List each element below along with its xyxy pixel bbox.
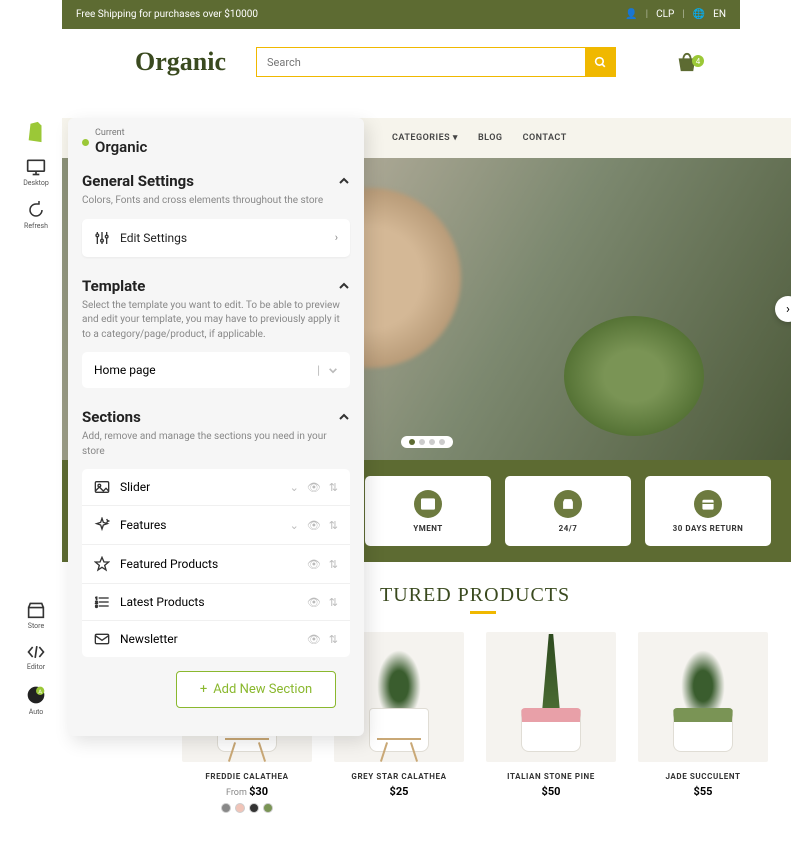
left-tool-rail-bottom: Store Editor AAuto (16, 601, 56, 716)
product-price: $50 (486, 785, 616, 798)
image-icon (94, 480, 110, 494)
eye-icon[interactable]: 👁 (307, 519, 321, 532)
color-swatches[interactable] (182, 803, 312, 813)
chevron-right-icon: › (335, 231, 338, 244)
drag-icon[interactable]: ⇅ (329, 596, 338, 609)
drag-icon[interactable]: ⇅ (329, 519, 338, 532)
brand-logo[interactable]: Organic (135, 47, 226, 77)
product-card[interactable]: ITALIAN STONE PINE $50 (486, 632, 616, 813)
drag-icon[interactable]: ⇅ (329, 558, 338, 571)
edit-settings-button[interactable]: Edit Settings › (82, 219, 350, 257)
payment-icon (414, 490, 442, 518)
feature-card: 24/7 (505, 476, 631, 546)
section-desc: Add, remove and manage the sections you … (82, 430, 350, 459)
editor-panel: Current Organic General Settings Colors,… (68, 118, 364, 736)
refresh-tool[interactable]: Refresh (24, 201, 48, 230)
nav-categories[interactable]: CATEGORIES ▾ (392, 133, 458, 143)
header: Organic 4 (0, 29, 800, 93)
store-tool[interactable]: Store (26, 601, 46, 630)
status-dot (82, 139, 89, 146)
product-price: $25 (334, 785, 464, 798)
language-selector[interactable]: EN (713, 9, 726, 20)
template-section: Template Select the template you want to… (68, 267, 364, 399)
feature-card: 30 DAYS RETURN (645, 476, 771, 546)
shopify-icon[interactable] (25, 120, 47, 144)
nav-contact[interactable]: CONTACT (523, 133, 567, 143)
cart-badge: 4 (692, 55, 704, 67)
plus-icon: + (200, 682, 207, 697)
promo-text: Free Shipping for purchases over $10000 (76, 9, 258, 20)
globe-icon: 🌐 (693, 9, 705, 20)
eye-icon[interactable]: 👁 (307, 596, 321, 609)
eye-icon[interactable]: 👁 (307, 633, 321, 646)
auto-tool[interactable]: AAuto (26, 685, 46, 716)
section-item-newsletter[interactable]: Newsletter 👁⇅ (82, 621, 350, 657)
left-tool-rail: Desktop Refresh (16, 120, 56, 230)
panel-header: Current Organic (68, 118, 364, 162)
cart-button[interactable]: 4 (676, 52, 698, 72)
list-icon: 123 (94, 595, 110, 609)
chevron-up-icon (338, 413, 350, 421)
editor-tool[interactable]: Editor (26, 644, 46, 671)
chevron-up-icon (338, 282, 350, 290)
drag-icon[interactable]: ⇅ (329, 633, 338, 646)
search-box (256, 47, 616, 77)
sparkle-icon (94, 517, 110, 533)
top-bar: Free Shipping for purchases over $10000 … (62, 0, 740, 29)
section-title[interactable]: Sections (82, 408, 350, 426)
mail-icon (94, 632, 110, 646)
eye-icon[interactable]: 👁 (307, 558, 321, 571)
hero-pager[interactable] (401, 436, 453, 448)
search-button[interactable] (585, 48, 615, 76)
nav-blog[interactable]: BLOG (478, 133, 503, 143)
svg-text:3: 3 (95, 603, 97, 608)
currency-selector[interactable]: CLP (656, 9, 674, 20)
topbar-right: 👤| CLP| 🌐 EN (625, 9, 726, 20)
section-title[interactable]: Template (82, 277, 350, 295)
section-desc: Colors, Fonts and cross elements through… (82, 194, 350, 209)
section-item-latest-products[interactable]: 123 Latest Products 👁⇅ (82, 584, 350, 621)
desktop-tool[interactable]: Desktop (23, 158, 49, 187)
section-item-features[interactable]: Features ⌄👁⇅ (82, 506, 350, 545)
eye-icon[interactable]: 👁 (307, 481, 321, 494)
sections-list: Slider ⌄👁⇅ Features ⌄👁⇅ Featured Product… (82, 469, 350, 657)
hero-next-button[interactable]: › (775, 296, 791, 322)
add-section-button[interactable]: +Add New Section (176, 671, 336, 708)
sliders-icon (94, 230, 110, 246)
chevron-down-icon[interactable]: ⌄ (290, 519, 299, 532)
section-item-slider[interactable]: Slider ⌄👁⇅ (82, 469, 350, 506)
general-settings-section: General Settings Colors, Fonts and cross… (68, 162, 364, 267)
section-desc: Select the template you want to edit. To… (82, 299, 350, 343)
search-input[interactable] (257, 48, 585, 76)
template-select[interactable]: Home page | (82, 352, 350, 388)
section-item-featured-products[interactable]: Featured Products 👁⇅ (82, 545, 350, 584)
calendar-icon (694, 490, 722, 518)
product-card[interactable]: JADE SUCCULENT $55 (638, 632, 768, 813)
section-title[interactable]: General Settings (82, 172, 350, 190)
current-theme-name: Organic (95, 138, 147, 156)
support-icon (554, 490, 582, 518)
star-icon (94, 556, 110, 572)
product-price: $55 (638, 785, 768, 798)
drag-icon[interactable]: ⇅ (329, 481, 338, 494)
chevron-up-icon (338, 177, 350, 185)
chevron-down-icon[interactable]: ⌄ (290, 481, 299, 494)
dropdown-indicator: | (317, 363, 338, 377)
feature-card: YMENT (365, 476, 491, 546)
current-label: Current (95, 128, 147, 138)
user-icon[interactable]: 👤 (625, 9, 637, 20)
svg-text:A: A (38, 689, 42, 695)
product-image (638, 632, 768, 762)
product-price: From $30 (182, 785, 312, 798)
product-image (486, 632, 616, 762)
sections-section: Sections Add, remove and manage the sect… (68, 398, 364, 718)
